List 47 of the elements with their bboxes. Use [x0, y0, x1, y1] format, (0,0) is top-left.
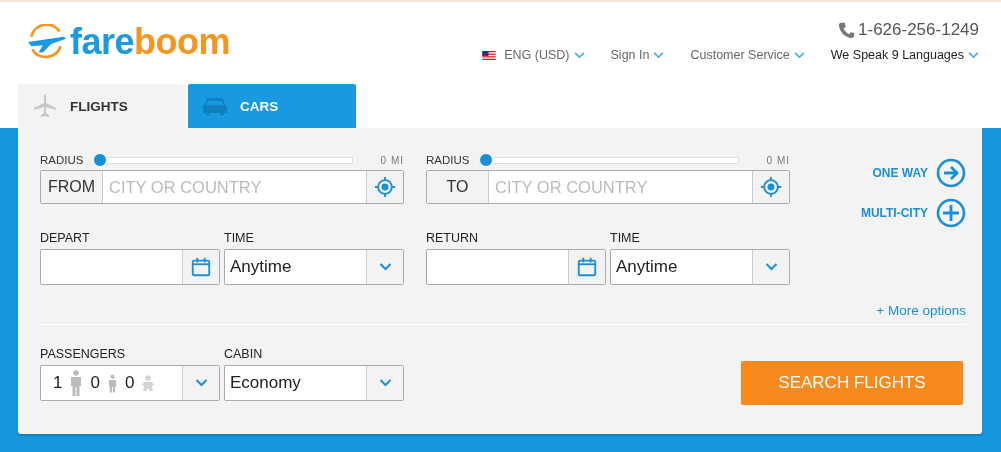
radius-reading: 0 MI: [766, 154, 790, 166]
chevron-down-icon: [764, 263, 778, 271]
cabin-dropdown[interactable]: Economy: [224, 365, 404, 401]
radius-label: RADIUS: [40, 154, 84, 166]
calendar-icon: [576, 256, 598, 278]
nav-menu-link[interactable]: Sign In: [610, 48, 665, 62]
plane-logo-icon: [26, 24, 68, 60]
chevron-down-icon: [653, 51, 665, 59]
chevron-down-icon: [378, 263, 392, 271]
chevron-down-icon: [378, 379, 392, 387]
passengers-dropdown[interactable]: 1 0 0: [40, 365, 220, 401]
date-field[interactable]: [426, 249, 606, 285]
chevron-down-icon: [793, 51, 805, 59]
plane-icon: [32, 94, 58, 118]
time-dropdown[interactable]: Anytime: [224, 249, 404, 285]
phone-icon: [838, 21, 855, 39]
radius-slider[interactable]: [93, 153, 353, 167]
cabin-label: CABIN: [224, 347, 264, 363]
phone-number[interactable]: 1-626-256-1249: [858, 20, 979, 40]
child-icon: [107, 373, 117, 393]
place-field[interactable]: TO CITY OR COUNTRY: [426, 170, 790, 204]
tab[interactable]: FLIGHTS: [18, 84, 186, 128]
chevron-down-icon: [573, 51, 585, 59]
date-label: DEPART: [40, 231, 91, 247]
flag-icon: [482, 50, 497, 60]
locate-icon[interactable]: [760, 176, 782, 198]
date-label: RETURN: [426, 231, 480, 247]
adult-icon: [70, 370, 83, 396]
radius-slider[interactable]: [479, 153, 739, 167]
place-field[interactable]: FROM CITY OR COUNTRY: [40, 170, 404, 204]
chevron-down-icon: [968, 51, 979, 59]
nav-menu-link[interactable]: We Speak 9 Languages: [830, 48, 979, 62]
radius-reading: 0 MI: [380, 154, 404, 166]
time-label: TIME: [224, 231, 255, 247]
date-field[interactable]: [40, 249, 220, 285]
radius-label: RADIUS: [426, 154, 470, 166]
chevron-down-icon: [194, 379, 208, 387]
plus-circle-icon: [936, 198, 966, 228]
arrow-right-circle-icon: [936, 158, 966, 188]
infant-icon: [142, 375, 155, 391]
calendar-icon: [190, 256, 212, 278]
nav-menu-link[interactable]: Customer Service: [690, 48, 805, 62]
locate-icon[interactable]: [374, 176, 396, 198]
passengers-label: PASSENGERS: [40, 347, 127, 363]
time-label: TIME: [610, 231, 641, 247]
nav-menu-link[interactable]: ENG (USD): [482, 48, 585, 62]
time-dropdown[interactable]: Anytime: [610, 249, 790, 285]
